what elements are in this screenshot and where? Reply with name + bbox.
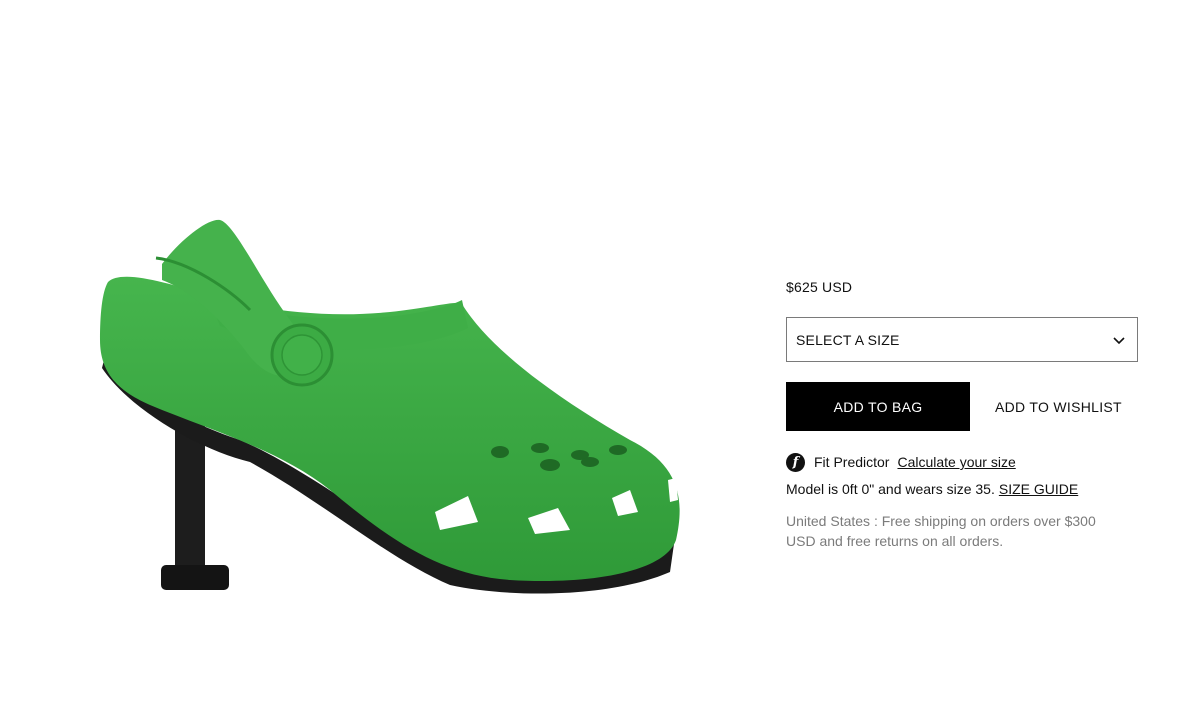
model-info: Model is 0ft 0" and wears size 35. SIZE G… <box>786 479 1138 499</box>
product-panel: $625 USD SELECT A SIZE ADD TO BAG ADD TO… <box>786 276 1138 551</box>
shipping-info: United States : Free shipping on orders … <box>786 513 1096 549</box>
chevron-down-icon <box>1113 336 1125 344</box>
actions-row: ADD TO BAG ADD TO WISHLIST <box>786 382 1138 431</box>
fit-predictor-label: Fit Predictor <box>814 454 890 470</box>
size-select[interactable]: SELECT A SIZE <box>786 317 1138 362</box>
add-to-bag-button[interactable]: ADD TO BAG <box>786 382 970 431</box>
size-guide-link[interactable]: SIZE GUIDE <box>999 481 1078 497</box>
strap-rivet <box>270 323 334 387</box>
fit-predictor-icon: f <box>786 452 805 472</box>
product-price: $625 USD <box>786 279 853 295</box>
model-info-text: Model is 0ft 0" and wears size 35. <box>786 481 995 497</box>
size-select-label: SELECT A SIZE <box>796 331 900 348</box>
fit-predictor-row: f Fit Predictor Calculate your size <box>786 451 1138 473</box>
add-to-wishlist-button[interactable]: ADD TO WISHLIST <box>995 399 1122 415</box>
calculate-size-link[interactable]: Calculate your size <box>897 454 1015 470</box>
product-image <box>90 200 700 610</box>
